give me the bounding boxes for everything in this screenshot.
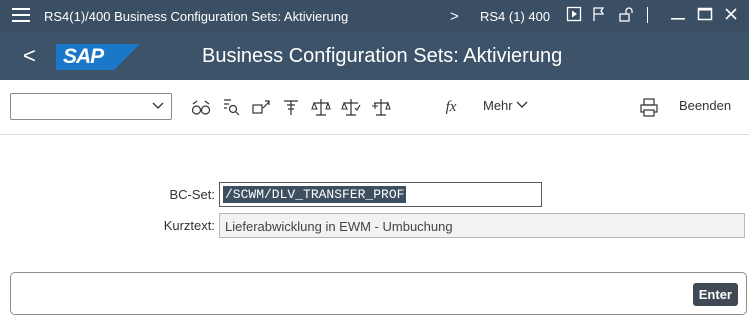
chevron-right-icon[interactable]: > (450, 8, 459, 25)
bcset-label: BC-Set: (169, 187, 215, 202)
play-icon[interactable] (565, 6, 583, 26)
footer-bar: Enter (10, 272, 747, 315)
back-button[interactable]: < (23, 42, 36, 70)
system-info: RS4 (1) 400 (480, 9, 551, 24)
toolbar: fx Mehr Beenden (0, 80, 749, 135)
maximize-icon[interactable] (697, 6, 713, 26)
close-icon[interactable] (723, 6, 739, 26)
chevron-down-icon (516, 101, 528, 108)
bcset-input[interactable]: /SCWM/DLV_TRANSFER_PROF (219, 182, 542, 207)
exit-button[interactable]: Beenden (679, 98, 731, 113)
kurztext-value: Lieferabwicklung in EWM - Umbuchung (225, 219, 453, 234)
display-icon[interactable] (190, 96, 212, 118)
command-field-dropdown[interactable] (10, 93, 172, 120)
minimize-icon[interactable] (670, 6, 686, 26)
balance-check-icon[interactable] (340, 96, 362, 118)
more-menu-label: Mehr (483, 98, 513, 113)
sap-header: < SAP Business Configuration Sets: Aktiv… (0, 33, 749, 80)
sap-logo-text: SAP (63, 45, 104, 68)
chevron-down-icon[interactable] (152, 97, 164, 118)
filter-icon[interactable] (280, 96, 302, 118)
kurztext-label: Kurztext: (163, 218, 215, 233)
menu-icon[interactable] (12, 8, 30, 24)
window-title: RS4(1)/400 Business Configuration Sets: … (44, 9, 349, 24)
search-icon[interactable] (220, 96, 242, 118)
flag-icon[interactable] (590, 6, 608, 26)
enter-button[interactable]: Enter (692, 283, 738, 306)
page-title: Business Configuration Sets: Aktivierung (202, 45, 563, 67)
lock-icon[interactable] (617, 6, 635, 26)
sap-logo: SAP (56, 44, 140, 70)
link-out-icon[interactable] (250, 96, 272, 118)
more-menu-button[interactable]: Mehr (483, 98, 528, 113)
balance-alt-icon[interactable] (370, 96, 392, 118)
formula-icon[interactable]: fx (440, 96, 462, 118)
balance-icon[interactable] (310, 96, 332, 118)
window-titlebar: RS4(1)/400 Business Configuration Sets: … (0, 0, 749, 33)
separator (646, 6, 650, 26)
bcset-value: /SCWM/DLV_TRANSFER_PROF (223, 186, 407, 203)
kurztext-field: Lieferabwicklung in EWM - Umbuchung (219, 213, 745, 238)
print-icon[interactable] (638, 96, 660, 118)
